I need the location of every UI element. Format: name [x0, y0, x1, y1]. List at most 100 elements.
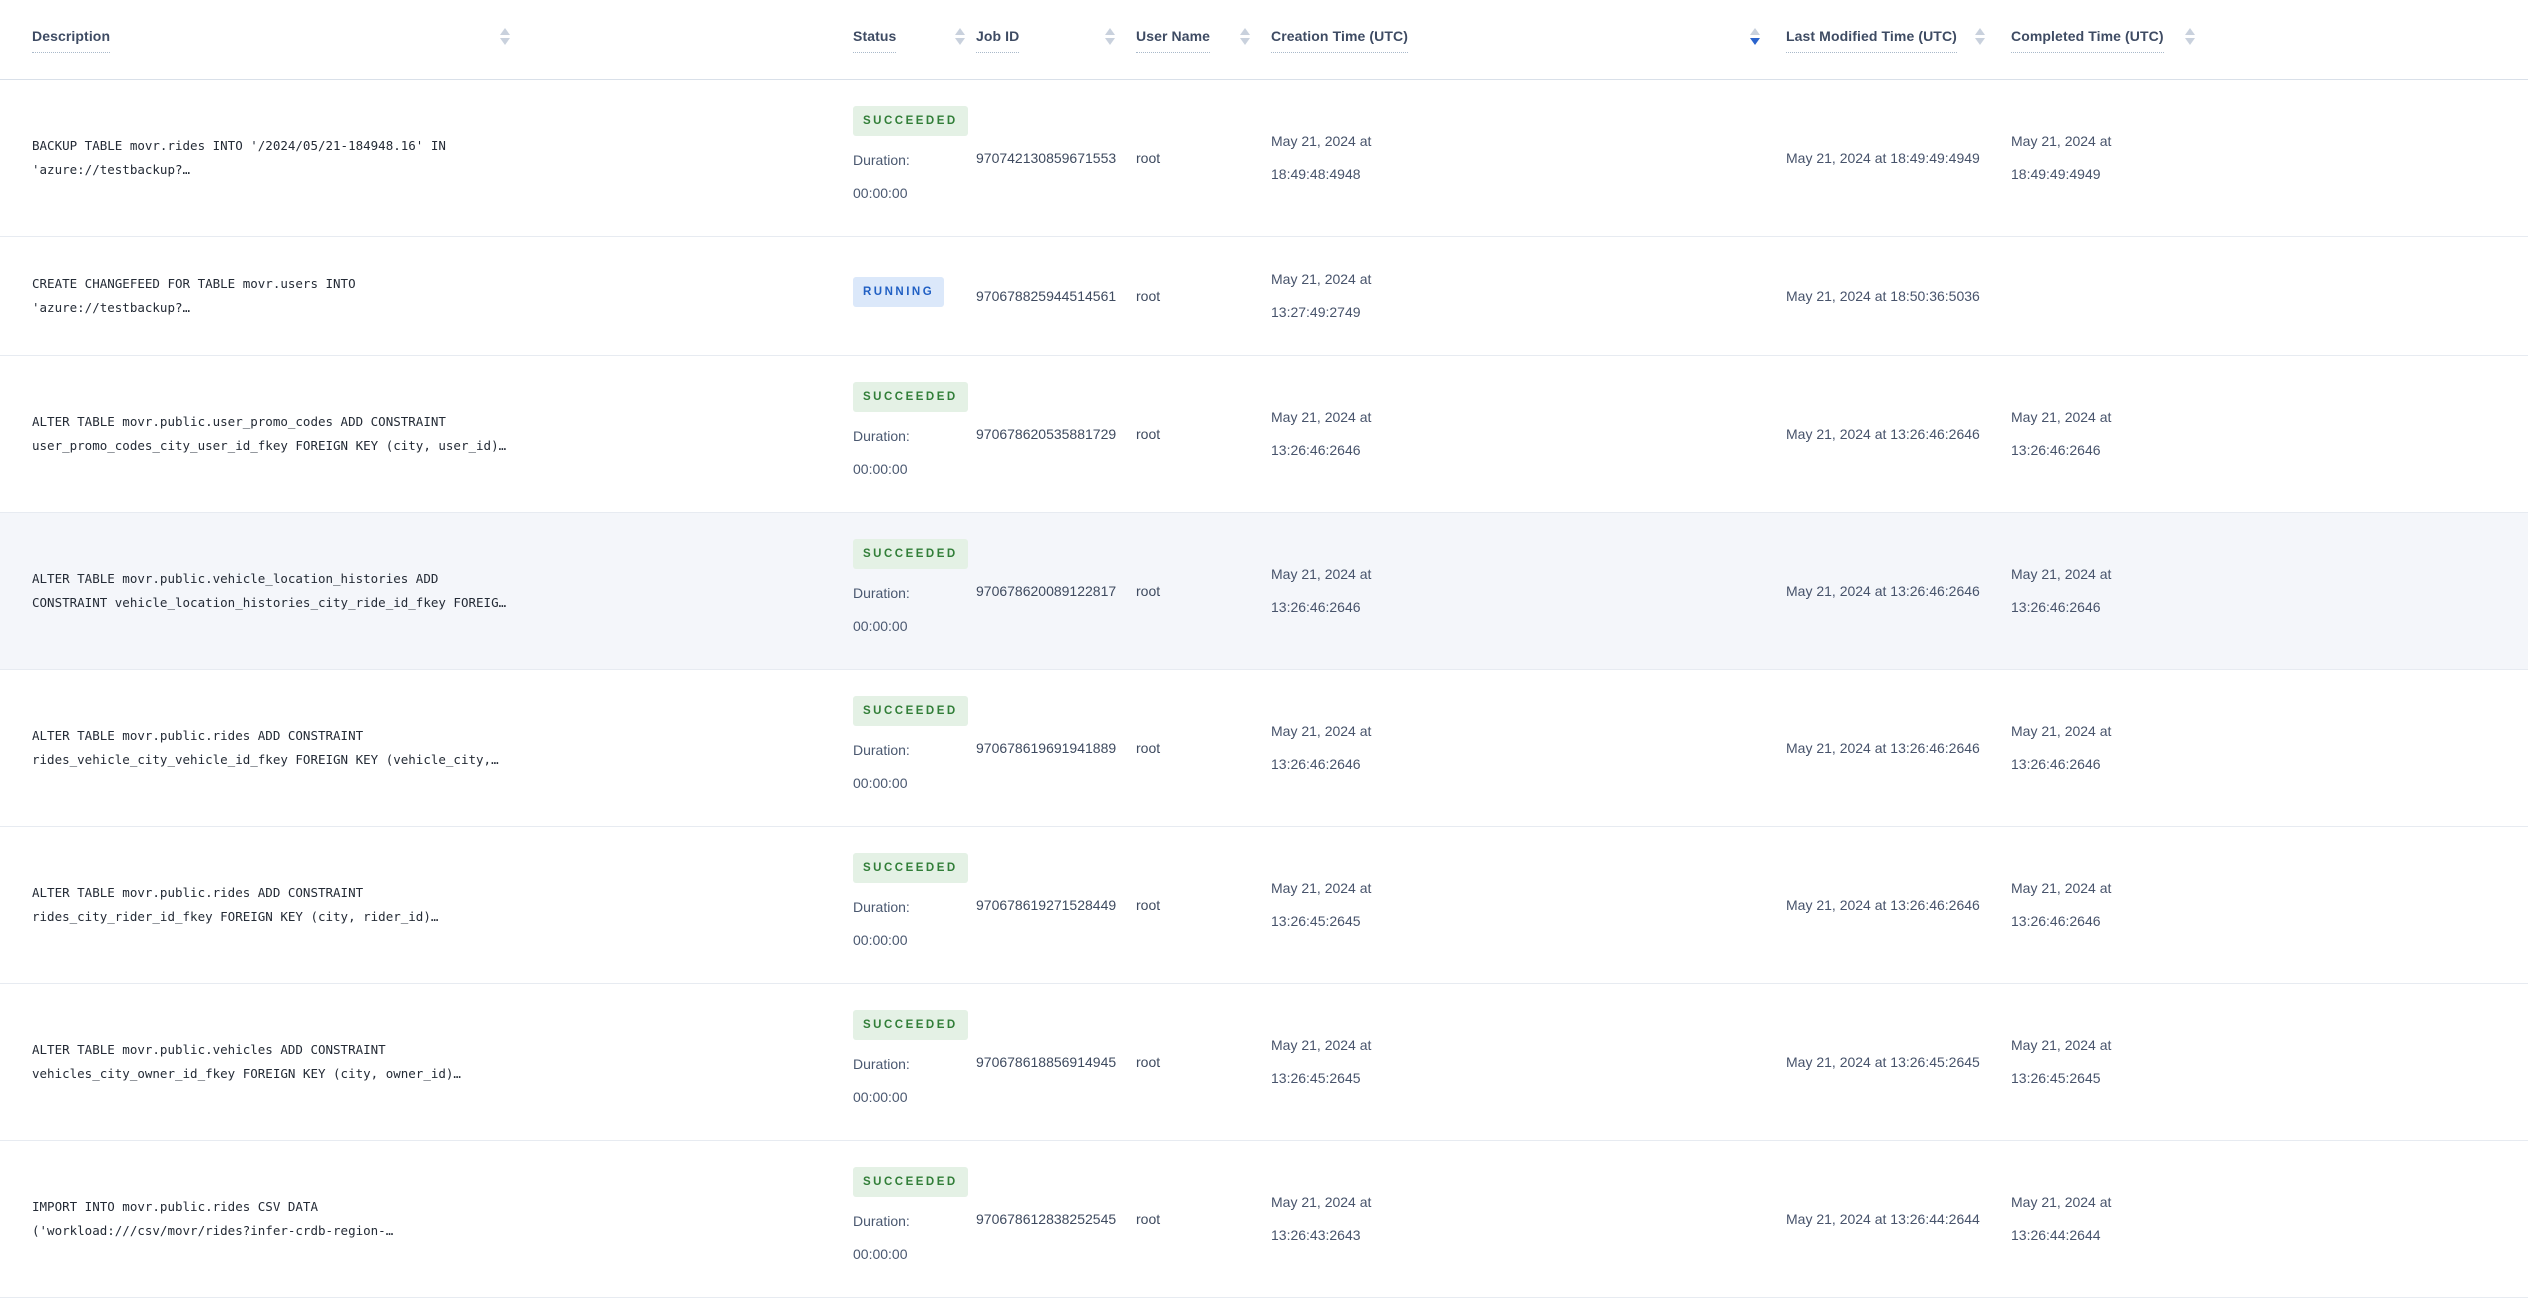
table-row: BACKUP TABLE movr.rides INTO '/2024/05/2… [0, 80, 2528, 237]
job-id-cell: 970678825944514561 [976, 287, 1117, 304]
job-id-cell: 970678620535881729 [976, 425, 1117, 442]
job-description-link[interactable]: ALTER TABLE movr.public.rides ADD CONSTR… [32, 881, 510, 929]
job-description-link[interactable]: ALTER TABLE movr.public.rides ADD CONSTR… [32, 724, 510, 772]
last-modified-time-cell: May 21, 2024 at 18:49:49:4949 [1786, 149, 1980, 166]
job-description-link[interactable]: CREATE CHANGEFEED FOR TABLE movr.users I… [32, 272, 510, 320]
creation-time-cell: May 21, 2024 at 13:26:45:2645 [1271, 1037, 1372, 1086]
status-cell: SUCCEEDED Duration: 00:00:00 [853, 382, 968, 486]
creation-time-cell: May 21, 2024 at 13:26:46:2646 [1271, 409, 1372, 458]
column-header-label: Description [32, 27, 111, 53]
duration-value: 00:00:00 [853, 185, 908, 201]
column-header-user-name[interactable]: User Name [1136, 27, 1250, 53]
last-modified-time-cell: May 21, 2024 at 13:26:44:2644 [1786, 1210, 1980, 1227]
creation-time-cell: May 21, 2024 at 13:27:49:2749 [1271, 271, 1372, 320]
user-name-cell: root [1136, 582, 1161, 599]
status-cell: SUCCEEDED Duration: 00:00:00 [853, 539, 968, 643]
table-row: ALTER TABLE movr.public.rides ADD CONSTR… [0, 670, 2528, 827]
duration-label: Duration: [853, 742, 910, 758]
sort-icon-active-desc[interactable] [1750, 28, 1760, 45]
column-header-label: Last Modified Time (UTC) [1786, 27, 1957, 53]
job-description-link[interactable]: ALTER TABLE movr.public.vehicle_location… [32, 567, 510, 615]
creation-time-cell: May 21, 2024 at 13:26:43:2643 [1271, 1194, 1372, 1243]
table-row: ALTER TABLE movr.public.rides ADD CONSTR… [0, 827, 2528, 984]
status-badge: SUCCEEDED [853, 696, 968, 726]
last-modified-time-cell: May 21, 2024 at 18:50:36:5036 [1786, 287, 1980, 304]
completed-time-cell: May 21, 2024 at 13:26:44:2644 [2011, 1194, 2112, 1243]
sort-icon[interactable] [500, 28, 510, 45]
sort-icon[interactable] [1240, 28, 1250, 45]
status-cell: RUNNING [853, 277, 965, 315]
status-cell: SUCCEEDED Duration: 00:00:00 [853, 106, 968, 210]
creation-time-cell: May 21, 2024 at 13:26:46:2646 [1271, 723, 1372, 772]
completed-time-cell: May 21, 2024 at 13:26:45:2645 [2011, 1037, 2112, 1086]
status-badge: SUCCEEDED [853, 106, 968, 136]
column-header-label: Job ID [976, 27, 1020, 53]
job-id-cell: 970742130859671553 [976, 149, 1117, 166]
status-badge: SUCCEEDED [853, 539, 968, 569]
last-modified-time-cell: May 21, 2024 at 13:26:46:2646 [1786, 582, 1980, 599]
table-row-highlighted: ALTER TABLE movr.public.vehicle_location… [0, 513, 2528, 670]
column-header-last-modified-time[interactable]: Last Modified Time (UTC) [1786, 27, 1985, 53]
job-id-cell: 970678619691941889 [976, 739, 1117, 756]
job-description-link[interactable]: ALTER TABLE movr.public.user_promo_codes… [32, 410, 510, 458]
sort-icon[interactable] [1975, 28, 1985, 45]
column-header-description[interactable]: Description [32, 27, 510, 53]
status-cell: SUCCEEDED Duration: 00:00:00 [853, 1167, 968, 1271]
jobs-table: Description Status Job ID User Name Crea… [0, 0, 2528, 1298]
status-badge: SUCCEEDED [853, 1010, 968, 1040]
job-id-cell: 970678612838252545 [976, 1210, 1117, 1227]
user-name-cell: root [1136, 739, 1161, 756]
user-name-cell: root [1136, 1053, 1161, 1070]
duration-label: Duration: [853, 1213, 910, 1229]
completed-time-cell: May 21, 2024 at 13:26:46:2646 [2011, 409, 2112, 458]
last-modified-time-cell: May 21, 2024 at 13:26:46:2646 [1786, 739, 1980, 756]
status-cell: SUCCEEDED Duration: 00:00:00 [853, 696, 968, 800]
column-header-label: Status [853, 27, 897, 53]
creation-time-cell: May 21, 2024 at 13:26:46:2646 [1271, 566, 1372, 615]
job-description-link[interactable]: ALTER TABLE movr.public.vehicles ADD CON… [32, 1038, 510, 1086]
completed-time-cell: May 21, 2024 at 18:49:49:4949 [2011, 133, 2112, 182]
table-row: CREATE CHANGEFEED FOR TABLE movr.users I… [0, 237, 2528, 356]
user-name-cell: root [1136, 896, 1161, 913]
sort-icon[interactable] [1105, 28, 1115, 45]
column-header-status[interactable]: Status [853, 27, 965, 53]
user-name-cell: root [1136, 425, 1161, 442]
status-cell: SUCCEEDED Duration: 00:00:00 [853, 1010, 968, 1114]
duration-value: 00:00:00 [853, 461, 908, 477]
duration-value: 00:00:00 [853, 1246, 908, 1262]
job-id-cell: 970678618856914945 [976, 1053, 1117, 1070]
sort-icon[interactable] [2185, 28, 2195, 45]
table-row: ALTER TABLE movr.public.user_promo_codes… [0, 356, 2528, 513]
job-id-cell: 970678619271528449 [976, 896, 1117, 913]
last-modified-time-cell: May 21, 2024 at 13:26:46:2646 [1786, 425, 1980, 442]
status-badge: SUCCEEDED [853, 853, 968, 883]
jobs-table-header: Description Status Job ID User Name Crea… [0, 0, 2528, 80]
column-header-creation-time[interactable]: Creation Time (UTC) [1271, 27, 1760, 53]
last-modified-time-cell: May 21, 2024 at 13:26:45:2645 [1786, 1053, 1980, 1070]
duration-label: Duration: [853, 1056, 910, 1072]
duration-value: 00:00:00 [853, 618, 908, 634]
column-header-job-id[interactable]: Job ID [976, 27, 1115, 53]
duration-value: 00:00:00 [853, 775, 908, 791]
status-badge: SUCCEEDED [853, 1167, 968, 1197]
creation-time-cell: May 21, 2024 at 18:49:48:4948 [1271, 133, 1372, 182]
completed-time-cell: May 21, 2024 at 13:26:46:2646 [2011, 723, 2112, 772]
duration-label: Duration: [853, 899, 910, 915]
duration-label: Duration: [853, 152, 910, 168]
completed-time-cell: May 21, 2024 at 13:26:46:2646 [2011, 880, 2112, 929]
sort-icon[interactable] [955, 28, 965, 45]
job-description-link[interactable]: BACKUP TABLE movr.rides INTO '/2024/05/2… [32, 134, 510, 182]
column-header-label: User Name [1136, 27, 1211, 53]
creation-time-cell: May 21, 2024 at 13:26:45:2645 [1271, 880, 1372, 929]
column-header-completed-time[interactable]: Completed Time (UTC) [2011, 27, 2195, 53]
job-description-link[interactable]: IMPORT INTO movr.public.rides CSV DATA (… [32, 1195, 510, 1243]
table-row: ALTER TABLE movr.public.vehicles ADD CON… [0, 984, 2528, 1141]
job-id-cell: 970678620089122817 [976, 582, 1117, 599]
status-cell: SUCCEEDED Duration: 00:00:00 [853, 853, 968, 957]
table-row: IMPORT INTO movr.public.rides CSV DATA (… [0, 1141, 2528, 1298]
last-modified-time-cell: May 21, 2024 at 13:26:46:2646 [1786, 896, 1980, 913]
completed-time-cell: May 21, 2024 at 13:26:46:2646 [2011, 566, 2112, 615]
column-header-label: Completed Time (UTC) [2011, 27, 2164, 53]
status-badge: SUCCEEDED [853, 382, 968, 412]
user-name-cell: root [1136, 1210, 1161, 1227]
